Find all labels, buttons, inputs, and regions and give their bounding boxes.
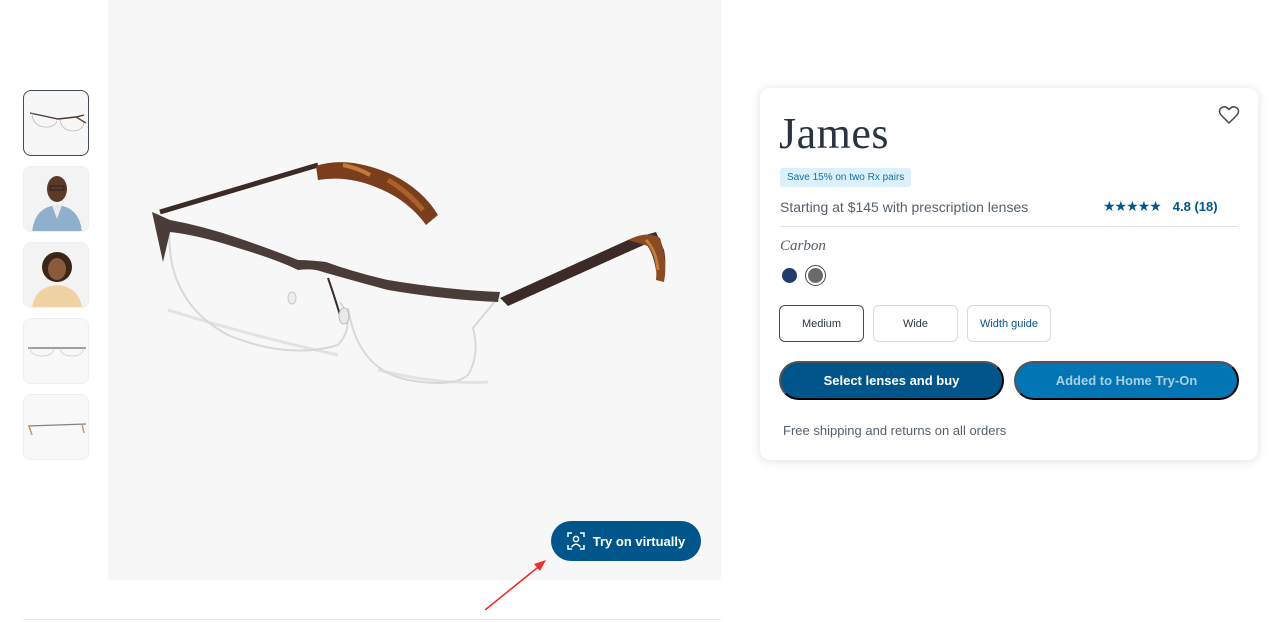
rating[interactable]: ★★★★★ 4.8 (18) bbox=[1103, 198, 1218, 215]
gallery-divider bbox=[23, 619, 721, 620]
thumbnail-glasses-side[interactable] bbox=[23, 394, 89, 460]
divider bbox=[780, 226, 1238, 227]
try-on-virtually-button[interactable]: Try on virtually bbox=[551, 521, 701, 561]
size-medium-button[interactable]: Medium bbox=[779, 305, 864, 342]
glasses-product-image bbox=[152, 162, 666, 385]
red-annotation-arrow bbox=[484, 560, 546, 611]
swatch-carbon[interactable] bbox=[808, 268, 823, 283]
promo-badge: Save 15% on two Rx pairs bbox=[780, 168, 912, 187]
try-on-label: Try on virtually bbox=[592, 533, 686, 549]
star-rating-icon: ★★★★★ bbox=[1103, 198, 1162, 214]
model-man-thumb-image bbox=[24, 167, 88, 231]
swatch-navy[interactable] bbox=[782, 268, 797, 283]
shipping-text: Free shipping and returns on all orders bbox=[783, 423, 1007, 438]
glasses-angle-thumb-image bbox=[29, 112, 87, 132]
glasses-front-thumb-image bbox=[28, 347, 86, 357]
face-scan-icon bbox=[567, 532, 585, 550]
product-image-stage bbox=[108, 0, 721, 580]
thumbnail-model-woman[interactable] bbox=[23, 242, 89, 308]
color-label: Carbon bbox=[780, 238, 826, 254]
glasses-side-thumb-image bbox=[27, 423, 87, 436]
product-title: James bbox=[779, 109, 890, 158]
heart-icon[interactable] bbox=[1218, 104, 1240, 126]
model-woman-thumb-image bbox=[24, 243, 88, 307]
thumbnail-model-man[interactable] bbox=[23, 166, 89, 232]
thumbnail-glasses-angle[interactable] bbox=[23, 90, 89, 156]
thumbnail-list bbox=[23, 90, 89, 470]
width-guide-button[interactable]: Width guide bbox=[967, 305, 1051, 342]
product-info-card: James Save 15% on two Rx pairs Starting … bbox=[760, 88, 1258, 460]
thumbnail-glasses-front[interactable] bbox=[23, 318, 89, 384]
price-text: Starting at $145 with prescription lense… bbox=[780, 199, 1029, 215]
home-try-on-button[interactable]: Added to Home Try-On bbox=[1014, 361, 1239, 400]
size-wide-button[interactable]: Wide bbox=[873, 305, 958, 342]
rating-text: 4.8 (18) bbox=[1172, 199, 1218, 214]
select-lenses-buy-button[interactable]: Select lenses and buy bbox=[779, 361, 1004, 400]
